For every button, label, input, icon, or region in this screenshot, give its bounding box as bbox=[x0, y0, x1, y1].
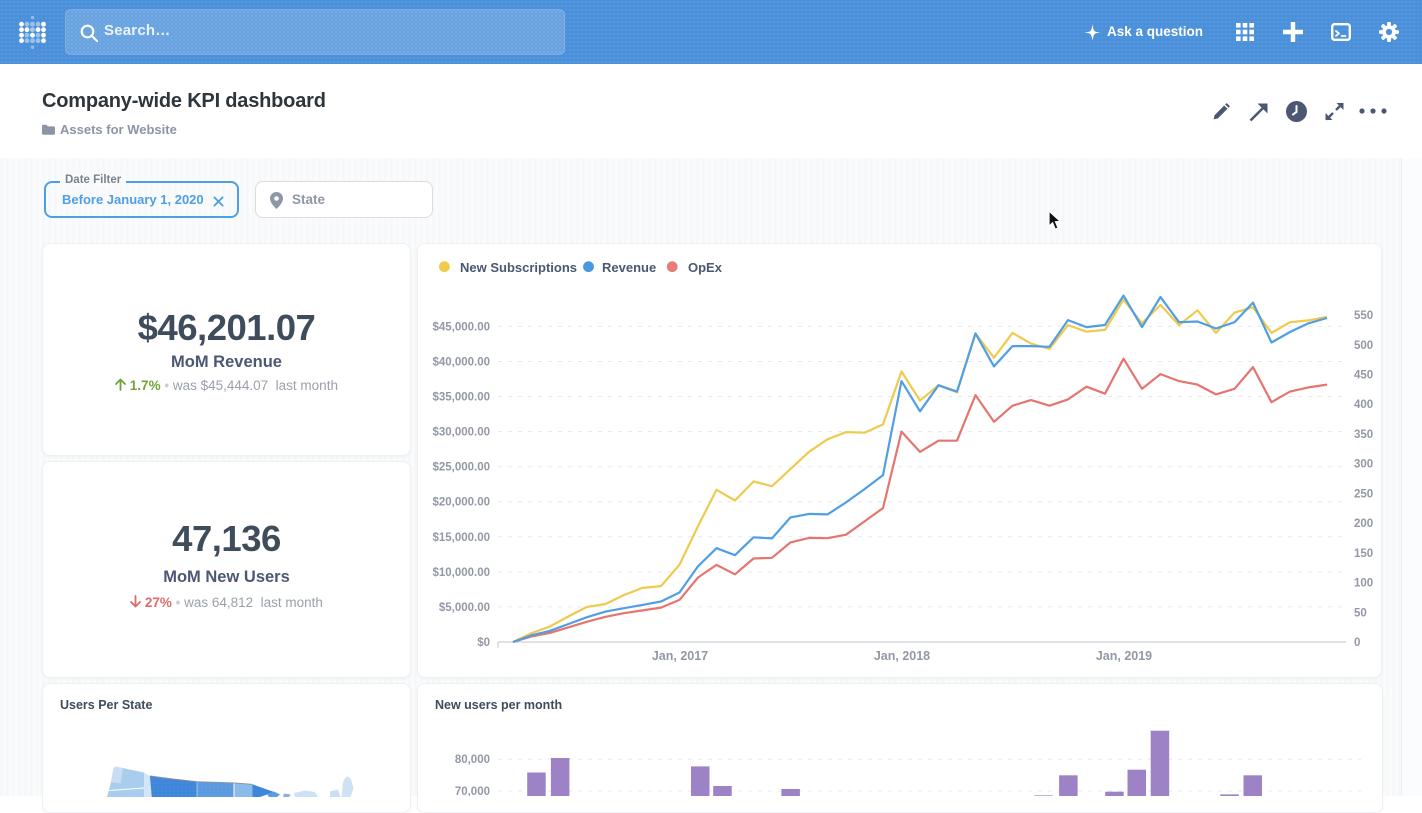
svg-text:Revenue: Revenue bbox=[602, 260, 656, 275]
svg-text:100: 100 bbox=[1354, 578, 1373, 590]
svg-text:450: 450 bbox=[1354, 370, 1373, 382]
svg-text:150: 150 bbox=[1354, 548, 1373, 560]
svg-text:$25,000.00: $25,000.00 bbox=[432, 462, 490, 474]
svg-text:$20,000.00: $20,000.00 bbox=[432, 497, 490, 509]
svg-text:New Subscriptions: New Subscriptions bbox=[460, 260, 577, 275]
svg-text:$5,000.00: $5,000.00 bbox=[439, 602, 490, 614]
svg-text:200: 200 bbox=[1354, 518, 1373, 530]
svg-text:300: 300 bbox=[1354, 459, 1373, 471]
svg-text:400: 400 bbox=[1354, 399, 1373, 411]
svg-text:80,000: 80,000 bbox=[455, 754, 490, 766]
svg-text:Jan, 2017: Jan, 2017 bbox=[652, 649, 708, 663]
svg-text:0: 0 bbox=[1354, 637, 1360, 649]
svg-text:OpEx: OpEx bbox=[688, 260, 723, 275]
svg-text:Jan, 2018: Jan, 2018 bbox=[874, 649, 930, 663]
svg-text:$15,000.00: $15,000.00 bbox=[432, 532, 490, 544]
svg-text:Jan, 2019: Jan, 2019 bbox=[1096, 649, 1152, 663]
svg-text:70,000: 70,000 bbox=[455, 786, 490, 796]
svg-text:$35,000.00: $35,000.00 bbox=[432, 392, 490, 404]
svg-text:250: 250 bbox=[1354, 488, 1373, 500]
svg-text:350: 350 bbox=[1354, 429, 1373, 441]
svg-text:$45,000.00: $45,000.00 bbox=[432, 321, 490, 333]
svg-text:$40,000.00: $40,000.00 bbox=[432, 357, 490, 369]
svg-text:$10,000.00: $10,000.00 bbox=[432, 567, 490, 579]
svg-text:500: 500 bbox=[1354, 340, 1373, 352]
svg-text:$0: $0 bbox=[477, 637, 490, 649]
svg-text:50: 50 bbox=[1354, 607, 1367, 619]
svg-text:550: 550 bbox=[1354, 310, 1373, 322]
svg-text:$30,000.00: $30,000.00 bbox=[432, 427, 490, 439]
